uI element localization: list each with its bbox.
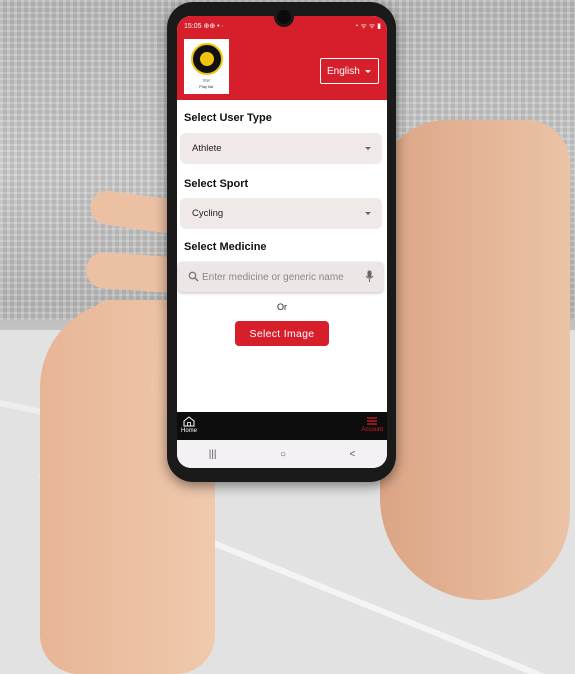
app-logo: ঢাকা Play fair xyxy=(184,39,229,94)
right-hand xyxy=(380,120,570,600)
logo-caption: Play fair xyxy=(199,84,214,89)
user-type-value: Athlete xyxy=(192,143,222,154)
caret-down-icon xyxy=(365,147,371,150)
sport-label: Select Sport xyxy=(184,178,249,190)
status-notification-icons: ⊕⊕ • · xyxy=(203,23,224,30)
phone-screen: 15:05 ⊕⊕ • · ◔ ᯤ ᯤ ▮ ঢাকা Play fair Engl… xyxy=(177,16,387,468)
app-header: 15:05 ⊕⊕ • · ◔ ᯤ ᯤ ▮ ঢাকা Play fair Engl… xyxy=(177,16,387,100)
language-selected: English xyxy=(327,65,360,77)
home-icon xyxy=(183,416,195,427)
bottom-navigation: Home Account xyxy=(177,412,387,440)
nav-home[interactable]: Home xyxy=(181,414,197,434)
system-back-button[interactable]: < xyxy=(349,449,355,460)
or-divider-text: Or xyxy=(277,302,287,312)
logo-emblem xyxy=(191,43,223,75)
nav-account[interactable]: Account xyxy=(361,414,383,433)
caret-down-icon xyxy=(365,212,371,215)
front-camera xyxy=(277,10,291,24)
language-dropdown[interactable]: English xyxy=(320,58,379,84)
medicine-label: Select Medicine xyxy=(184,241,267,253)
sport-value: Cycling xyxy=(192,208,224,219)
sport-select[interactable]: Cycling xyxy=(180,198,382,229)
medicine-search-input[interactable] xyxy=(202,268,352,286)
recent-apps-button[interactable]: ||| xyxy=(209,449,217,460)
system-navigation-bar: ||| ○ < xyxy=(177,440,387,468)
medicine-search-bar[interactable] xyxy=(178,262,383,292)
status-time: 15:05 xyxy=(184,23,202,30)
caret-down-icon xyxy=(365,70,371,73)
user-type-label: Select User Type xyxy=(184,112,272,124)
microphone-icon[interactable] xyxy=(365,270,374,283)
status-system-icons: ◔ ᯤ ᯤ ▮ xyxy=(354,22,381,30)
select-image-button[interactable]: Select Image xyxy=(235,321,329,346)
menu-icon xyxy=(367,417,378,425)
search-icon xyxy=(188,271,199,282)
nav-account-label: Account xyxy=(361,427,383,433)
user-type-select[interactable]: Athlete xyxy=(180,133,382,164)
system-home-button[interactable]: ○ xyxy=(280,449,286,460)
logo-ball-icon xyxy=(200,52,214,66)
nav-home-label: Home xyxy=(181,428,198,434)
